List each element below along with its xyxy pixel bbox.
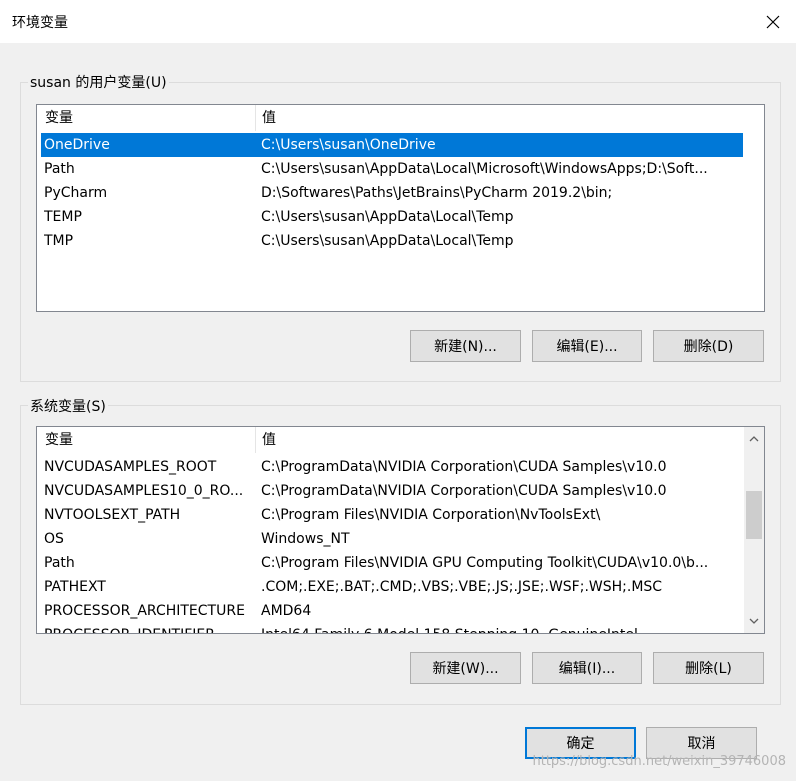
variable-name: NVCUDASAMPLES_ROOT bbox=[44, 459, 217, 475]
variable-name: PROCESSOR_ARCHITECTURE bbox=[44, 603, 245, 619]
variable-value: Windows_NT bbox=[261, 531, 350, 547]
variable-name: TMP bbox=[44, 233, 74, 249]
variable-value: C:\Users\susan\AppData\Local\Microsoft\W… bbox=[261, 161, 708, 177]
variable-value: Intel64 Family 6 Model 158 Stepping 10, … bbox=[261, 623, 741, 633]
column-header-variable[interactable]: 变量 bbox=[39, 105, 255, 131]
variable-name: PROCESSOR_IDENTIFIER bbox=[44, 623, 256, 633]
list-header: 变量 值 bbox=[37, 427, 764, 453]
list-item[interactable]: Path C:\Users\susan\AppData\Local\Microso… bbox=[41, 157, 743, 181]
variable-name: NVCUDASAMPLES10_0_RO... bbox=[44, 483, 244, 499]
watermark: https://blog.csdn.net/weixin_39746008 bbox=[532, 754, 786, 769]
variable-name: PATHEXT bbox=[44, 579, 106, 595]
variable-name: Path bbox=[44, 161, 75, 177]
variable-value: C:\ProgramData\NVIDIA Corporation\CUDA S… bbox=[261, 483, 667, 499]
variable-value: C:\Users\susan\AppData\Local\Temp bbox=[261, 209, 514, 225]
variable-name: TEMP bbox=[44, 209, 82, 225]
variable-name: OneDrive bbox=[44, 137, 110, 153]
list-item[interactable]: NVTOOLSEXT_PATH C:\Program Files\NVIDIA C… bbox=[41, 503, 741, 527]
variable-value: C:\Program Files\NVIDIA GPU Computing To… bbox=[261, 555, 709, 571]
variable-name: OS bbox=[44, 531, 64, 547]
list-item[interactable]: TEMP C:\Users\susan\AppData\Local\Temp bbox=[41, 205, 743, 229]
window-title: 环境变量 bbox=[12, 15, 68, 31]
variable-name: NVTOOLSEXT_PATH bbox=[44, 507, 181, 523]
user-variables-list[interactable]: 变量 值 OneDrive C:\Users\susan\OneDrive Path… bbox=[36, 104, 765, 312]
column-header-variable[interactable]: 变量 bbox=[39, 427, 255, 453]
variable-value: C:\ProgramData\NVIDIA Corporation\CUDA S… bbox=[261, 459, 667, 475]
user-edit-button[interactable]: 编辑(E)... bbox=[532, 330, 642, 362]
list-item[interactable]: PATHEXT .COM;.EXE;.BAT;.CMD;.VBS;.VBE;.JS… bbox=[41, 575, 741, 599]
chevron-up-icon bbox=[749, 436, 759, 442]
scroll-up-button[interactable] bbox=[744, 429, 764, 449]
list-item[interactable]: PyCharm D:\Softwares\Paths\JetBrains\PyCh… bbox=[41, 181, 743, 205]
close-button[interactable] bbox=[750, 0, 796, 43]
vertical-scrollbar[interactable] bbox=[744, 427, 764, 633]
user-new-button[interactable]: 新建(N)... bbox=[410, 330, 521, 362]
variable-value: C:\Users\susan\AppData\Local\Temp bbox=[261, 233, 514, 249]
scroll-down-button[interactable] bbox=[744, 611, 764, 631]
system-new-button[interactable]: 新建(W)... bbox=[410, 652, 521, 684]
system-edit-button[interactable]: 编辑(I)... bbox=[532, 652, 642, 684]
scroll-thumb[interactable] bbox=[746, 491, 762, 539]
system-delete-button[interactable]: 删除(L) bbox=[653, 652, 764, 684]
list-item[interactable]: OneDrive C:\Users\susan\OneDrive bbox=[41, 133, 743, 157]
environment-variables-dialog: 环境变量 susan 的用户变量(U) 变量 值 OneDrive C:\User… bbox=[0, 0, 796, 781]
column-header-value[interactable]: 值 bbox=[256, 105, 756, 131]
close-icon bbox=[766, 15, 780, 28]
list-item[interactable]: NVCUDASAMPLES10_0_RO... C:\ProgramData\NV… bbox=[41, 479, 741, 503]
list-item[interactable]: Path C:\Program Files\NVIDIA GPU Computin… bbox=[41, 551, 741, 575]
list-item[interactable]: OS Windows_NT bbox=[41, 527, 741, 551]
title-bar: 环境变量 bbox=[0, 0, 796, 43]
variable-value: D:\Softwares\Paths\JetBrains\PyCharm 201… bbox=[261, 185, 613, 201]
list-item[interactable]: NVCUDASAMPLES_ROOT C:\ProgramData\NVIDIA … bbox=[41, 455, 741, 479]
list-header: 变量 值 bbox=[37, 105, 764, 131]
variable-value: C:\Users\susan\OneDrive bbox=[261, 137, 436, 153]
variable-name: PyCharm bbox=[44, 185, 108, 201]
list-item[interactable]: PROCESSOR_ARCHITECTURE AMD64 bbox=[41, 599, 741, 623]
column-header-value[interactable]: 值 bbox=[256, 427, 736, 453]
variable-value: C:\Program Files\NVIDIA Corporation\NvTo… bbox=[261, 507, 601, 523]
variable-value: .COM;.EXE;.BAT;.CMD;.VBS;.VBE;.JS;.JSE;.… bbox=[261, 579, 663, 595]
list-item[interactable]: TMP C:\Users\susan\AppData\Local\Temp bbox=[41, 229, 743, 253]
variable-name: Path bbox=[44, 555, 75, 571]
user-delete-button[interactable]: 删除(D) bbox=[653, 330, 764, 362]
system-variables-list[interactable]: 变量 值 NVCUDASAMPLES_ROOT C:\ProgramData\NV… bbox=[36, 426, 765, 634]
list-item[interactable]: PROCESSOR_IDENTIFIER Intel64 Family 6 Mod… bbox=[41, 623, 741, 633]
chevron-down-icon bbox=[749, 618, 759, 624]
variable-value: AMD64 bbox=[261, 603, 312, 619]
system-variables-label: 系统变量(S) bbox=[28, 396, 108, 416]
user-variables-label: susan 的用户变量(U) bbox=[28, 72, 169, 92]
